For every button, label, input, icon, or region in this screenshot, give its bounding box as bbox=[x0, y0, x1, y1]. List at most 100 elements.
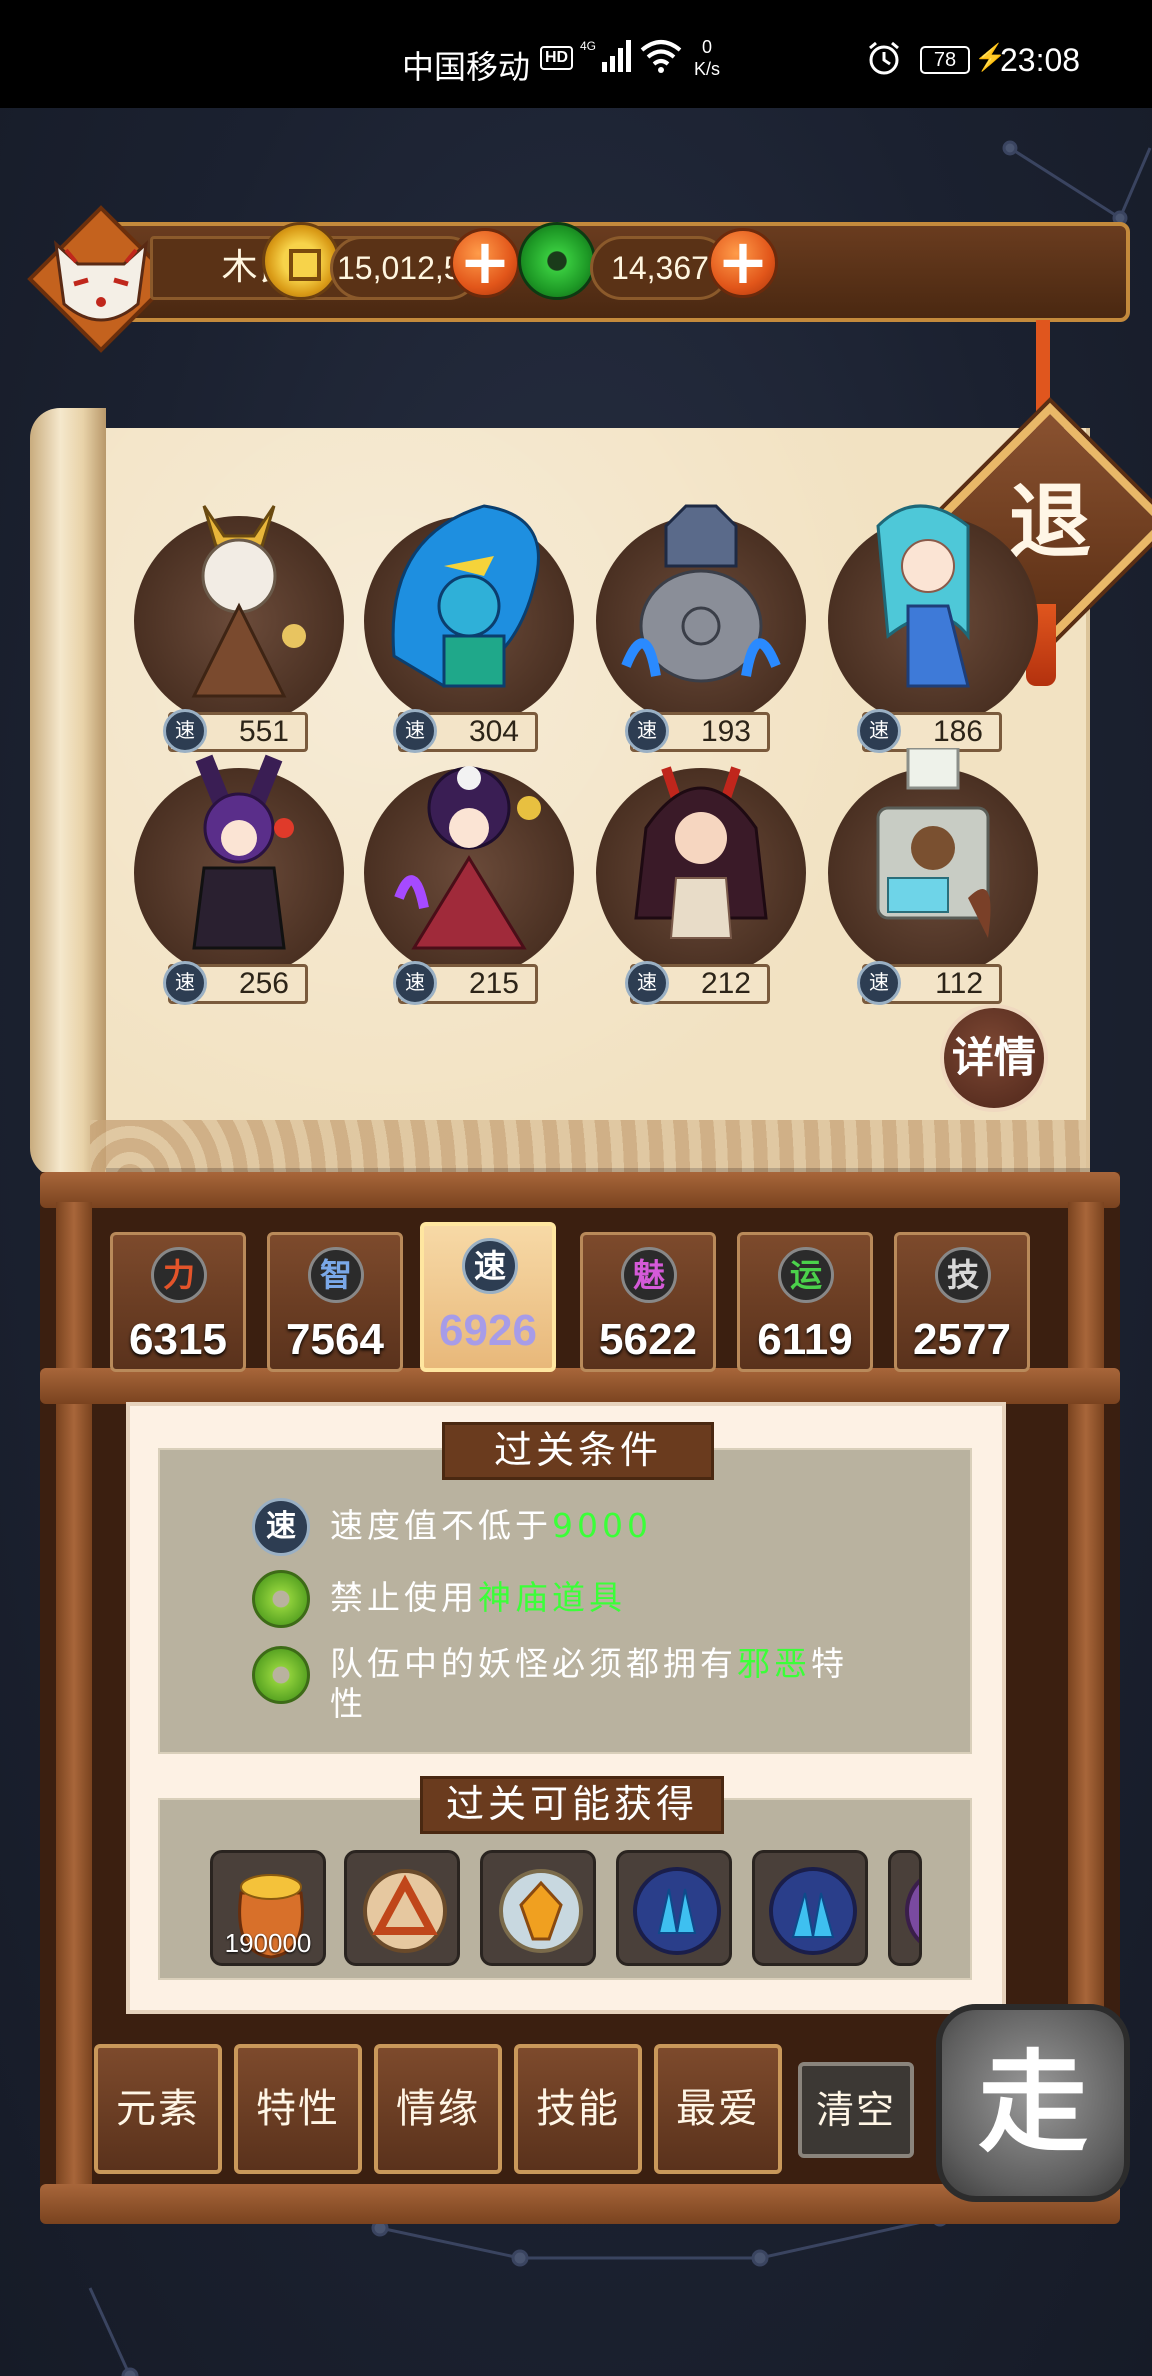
speed-value: 215 bbox=[468, 967, 519, 1000]
wifi-icon bbox=[640, 38, 682, 82]
stat-value: 6315 bbox=[129, 1315, 227, 1364]
stat-value: 6926 bbox=[439, 1306, 537, 1355]
speed-value: 304 bbox=[468, 715, 519, 748]
clear-conditions-title: 过关条件 bbox=[442, 1422, 714, 1480]
add-jade-button[interactable]: + bbox=[708, 228, 778, 298]
scroll-wave-pattern bbox=[90, 1120, 1090, 1178]
clock: 23:08 bbox=[1000, 42, 1081, 78]
speed-icon: 速 bbox=[393, 961, 437, 1005]
condition-no-items: 禁止使用神庙道具 bbox=[330, 1578, 626, 1617]
stat-tile-skill[interactable]: 技 2577 bbox=[894, 1232, 1030, 1372]
detail-button[interactable]: 详情 bbox=[940, 1004, 1048, 1112]
amber-gem-icon bbox=[499, 1869, 583, 1953]
purple-orb-icon bbox=[905, 1878, 919, 1944]
monster-card[interactable]: 速 256 bbox=[134, 754, 344, 1005]
fox-spirit-figure bbox=[191, 505, 306, 698]
carrier-name: 中国移动 bbox=[402, 49, 531, 85]
filter-element-button[interactable]: 元素 bbox=[94, 2044, 222, 2174]
rabbit-girl-figure bbox=[192, 754, 294, 950]
blue-crystal-icon bbox=[769, 1867, 857, 1955]
network-speed: 0 K/s bbox=[694, 36, 720, 80]
speed-icon: 速 bbox=[857, 961, 901, 1005]
speed-value: 112 bbox=[935, 967, 983, 1000]
speed-icon: 速 bbox=[252, 1498, 310, 1556]
skill-icon: 技 bbox=[935, 1247, 991, 1303]
reward-count: 190000 bbox=[224, 1928, 312, 1958]
speed-icon: 速 bbox=[857, 709, 901, 753]
rewards-title: 过关可能获得 bbox=[420, 1776, 724, 1834]
gold-coin-icon bbox=[262, 222, 340, 300]
reward-item[interactable] bbox=[752, 1850, 868, 1966]
stat-tile-luck[interactable]: 运 6119 bbox=[737, 1232, 873, 1372]
hd-badge: HD bbox=[540, 46, 574, 70]
horned-demon-girl-figure bbox=[634, 766, 768, 939]
monster-card[interactable]: 速 112 bbox=[828, 748, 1038, 1005]
stat-tile-charm[interactable]: 魅 5622 bbox=[580, 1232, 716, 1372]
stat-tile-strength[interactable]: 力 6315 bbox=[110, 1232, 246, 1372]
speed-icon: 速 bbox=[625, 709, 669, 753]
speed-icon: 速 bbox=[462, 1238, 518, 1294]
stat-tile-intellect[interactable]: 智 7564 bbox=[267, 1232, 403, 1372]
stat-value: 7564 bbox=[286, 1315, 384, 1364]
blue-crystal-icon bbox=[633, 1867, 721, 1955]
monster-card[interactable]: 速 193 bbox=[596, 504, 806, 753]
monster-card[interactable]: 速 304 bbox=[364, 504, 574, 753]
clear-conditions-section: 速 速度值不低于9000 禁止使用神庙道具 队伍中的妖怪必须都拥有邪恶特性 bbox=[158, 1448, 972, 1754]
water-spirit-figure bbox=[391, 504, 540, 688]
stat-value: 6119 bbox=[757, 1315, 853, 1364]
stone-demon-figure bbox=[621, 504, 781, 683]
speed-icon: 速 bbox=[163, 709, 207, 753]
monster-card[interactable]: 速 551 bbox=[134, 505, 344, 753]
reward-item[interactable] bbox=[344, 1850, 460, 1966]
monster-speed: 速 551 bbox=[163, 709, 308, 753]
signal-icon: 4G bbox=[580, 38, 634, 82]
speed-value: 193 bbox=[700, 715, 751, 748]
filter-bond-button[interactable]: 情缘 bbox=[374, 2044, 502, 2174]
speed-value: 186 bbox=[932, 715, 983, 748]
speed-value: 0 bbox=[702, 37, 713, 57]
jade-icon bbox=[518, 222, 596, 300]
speed-icon: 速 bbox=[163, 961, 207, 1005]
monster-speed: 速 212 bbox=[625, 961, 770, 1005]
monster-speed: 速 215 bbox=[393, 961, 538, 1005]
reward-item[interactable] bbox=[616, 1850, 732, 1966]
mermaid-figure bbox=[876, 504, 970, 688]
filter-trait-button[interactable]: 特性 bbox=[234, 2044, 362, 2174]
monster-speed: 速 256 bbox=[163, 961, 308, 1005]
speed-value: 256 bbox=[238, 967, 289, 1000]
condition-trait: 队伍中的妖怪必须都拥有邪恶特性 bbox=[330, 1644, 848, 1723]
monster-card[interactable]: 速 215 bbox=[364, 766, 574, 1005]
go-label[interactable]: 走 bbox=[936, 2004, 1130, 2202]
monster-speed: 速 112 bbox=[857, 961, 1002, 1005]
speed-value: 551 bbox=[238, 715, 289, 748]
skull-queen-figure bbox=[394, 766, 541, 950]
add-coins-button[interactable]: + bbox=[450, 228, 520, 298]
speed-unit: K/s bbox=[694, 59, 721, 79]
stat-value: 5622 bbox=[599, 1315, 697, 1364]
clear-filters-button[interactable]: 清空 bbox=[798, 2062, 914, 2158]
luck-icon: 运 bbox=[778, 1247, 834, 1303]
monster-card[interactable]: 速 212 bbox=[596, 766, 806, 1005]
reward-item[interactable]: 190000 bbox=[210, 1850, 326, 1966]
status-bar: 中国移动 HD 4G 0 K/s 78 ⚡ 23:08 bbox=[0, 0, 1152, 108]
battery-level: 78 bbox=[920, 46, 970, 74]
resource-bar: 木良 15,012,515 + 14,367 + bbox=[27, 205, 1140, 353]
reward-item[interactable] bbox=[480, 1850, 596, 1966]
network-type: 4G bbox=[580, 39, 596, 53]
stat-tile-speed[interactable]: 速 6926 bbox=[420, 1222, 556, 1372]
monster-speed: 速 304 bbox=[393, 709, 538, 753]
strength-icon: 力 bbox=[151, 1247, 207, 1303]
filter-favorite-button[interactable]: 最爱 bbox=[654, 2044, 782, 2174]
scroll-roll bbox=[30, 408, 106, 1178]
monster-card[interactable]: 速 186 bbox=[828, 504, 1038, 753]
rule-icon bbox=[252, 1570, 310, 1628]
alarm-icon bbox=[866, 40, 902, 84]
intellect-icon: 智 bbox=[308, 1247, 364, 1303]
filter-skill-button[interactable]: 技能 bbox=[514, 2044, 642, 2174]
speed-icon: 速 bbox=[393, 709, 437, 753]
triangle-rune-icon bbox=[363, 1869, 447, 1953]
condition-speed: 速度值不低于9000 bbox=[330, 1506, 652, 1545]
rule-icon bbox=[252, 1646, 310, 1704]
speed-value: 212 bbox=[700, 967, 751, 1000]
reward-item-partial[interactable] bbox=[888, 1850, 922, 1966]
